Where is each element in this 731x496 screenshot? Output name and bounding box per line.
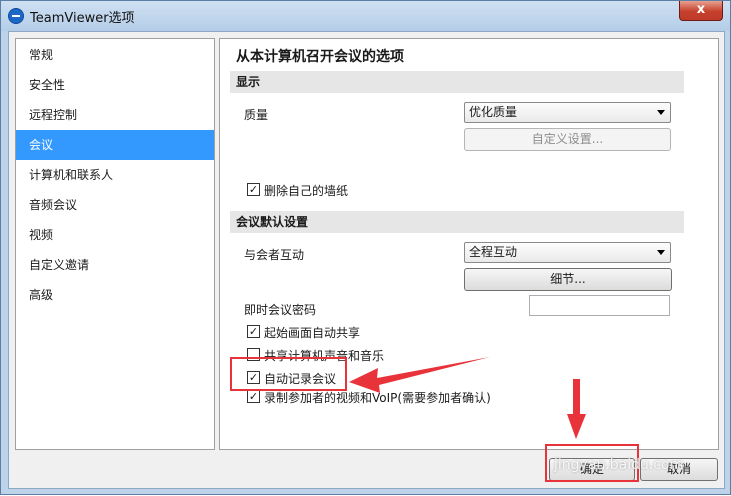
title-bar: TeamViewer选项 x [1, 1, 730, 31]
sidebar-item-audio-conference[interactable]: 音频会议 [16, 190, 214, 220]
chevron-down-icon [657, 110, 665, 115]
interaction-dropdown-value: 全程互动 [469, 245, 518, 259]
quality-dropdown-value: 优化质量 [469, 105, 518, 119]
quality-label: 质量 [244, 108, 269, 122]
display-section-header: 显示 [230, 71, 684, 93]
chevron-down-icon [657, 250, 665, 255]
sidebar-item-computers-contacts[interactable]: 计算机和联系人 [16, 160, 214, 190]
meeting-password-input[interactable] [529, 295, 670, 316]
sidebar-item-advanced[interactable]: 高级 [16, 280, 214, 310]
sidebar-item-meeting[interactable]: 会议 [16, 130, 214, 160]
teamviewer-logo-icon [8, 8, 24, 24]
teamviewer-options-window: TeamViewer选项 x 常规 安全性 远程控制 会议 计算机和联系人 音频… [0, 0, 731, 495]
sidebar-item-video[interactable]: 视频 [16, 220, 214, 250]
custom-settings-button[interactable]: 自定义设置... [464, 128, 671, 151]
window-title: TeamViewer选项 [30, 11, 135, 26]
watermark-text: jingyan.baidu.com [554, 457, 684, 473]
dialog-client-area: 常规 安全性 远程控制 会议 计算机和联系人 音频会议 视频 自定义邀请 高级 … [8, 31, 725, 489]
close-button[interactable]: x [679, 1, 723, 21]
sidebar-item-remote-control[interactable]: 远程控制 [16, 100, 214, 130]
interaction-label: 与会者互动 [244, 248, 305, 262]
auto-share-label: 起始画面自动共享 [264, 326, 361, 340]
remove-wallpaper-checkbox[interactable]: ✓ [247, 183, 260, 196]
sidebar-item-custom-invitation[interactable]: 自定义邀请 [16, 250, 214, 280]
quality-dropdown[interactable]: 优化质量 [464, 102, 671, 123]
interaction-dropdown[interactable]: 全程互动 [464, 242, 671, 263]
record-video-voip-label: 录制参加者的视频和VoIP(需要参加者确认) [264, 391, 491, 405]
record-video-voip-checkbox[interactable]: ✓ [247, 390, 260, 403]
sidebar-item-general[interactable]: 常规 [16, 40, 214, 70]
highlight-box-auto-record [230, 357, 347, 391]
meeting-password-label: 即时会议密码 [244, 303, 317, 317]
sidebar-item-security[interactable]: 安全性 [16, 70, 214, 100]
page-title: 从本计算机召开会议的选项 [236, 49, 404, 65]
auto-share-checkbox[interactable]: ✓ [247, 325, 260, 338]
remove-wallpaper-label: 删除自己的墙纸 [264, 184, 349, 198]
details-button[interactable]: 细节... [464, 268, 672, 291]
options-sidebar: 常规 安全性 远程控制 会议 计算机和联系人 音频会议 视频 自定义邀请 高级 [15, 38, 215, 450]
meeting-defaults-section-header: 会议默认设置 [230, 211, 684, 233]
